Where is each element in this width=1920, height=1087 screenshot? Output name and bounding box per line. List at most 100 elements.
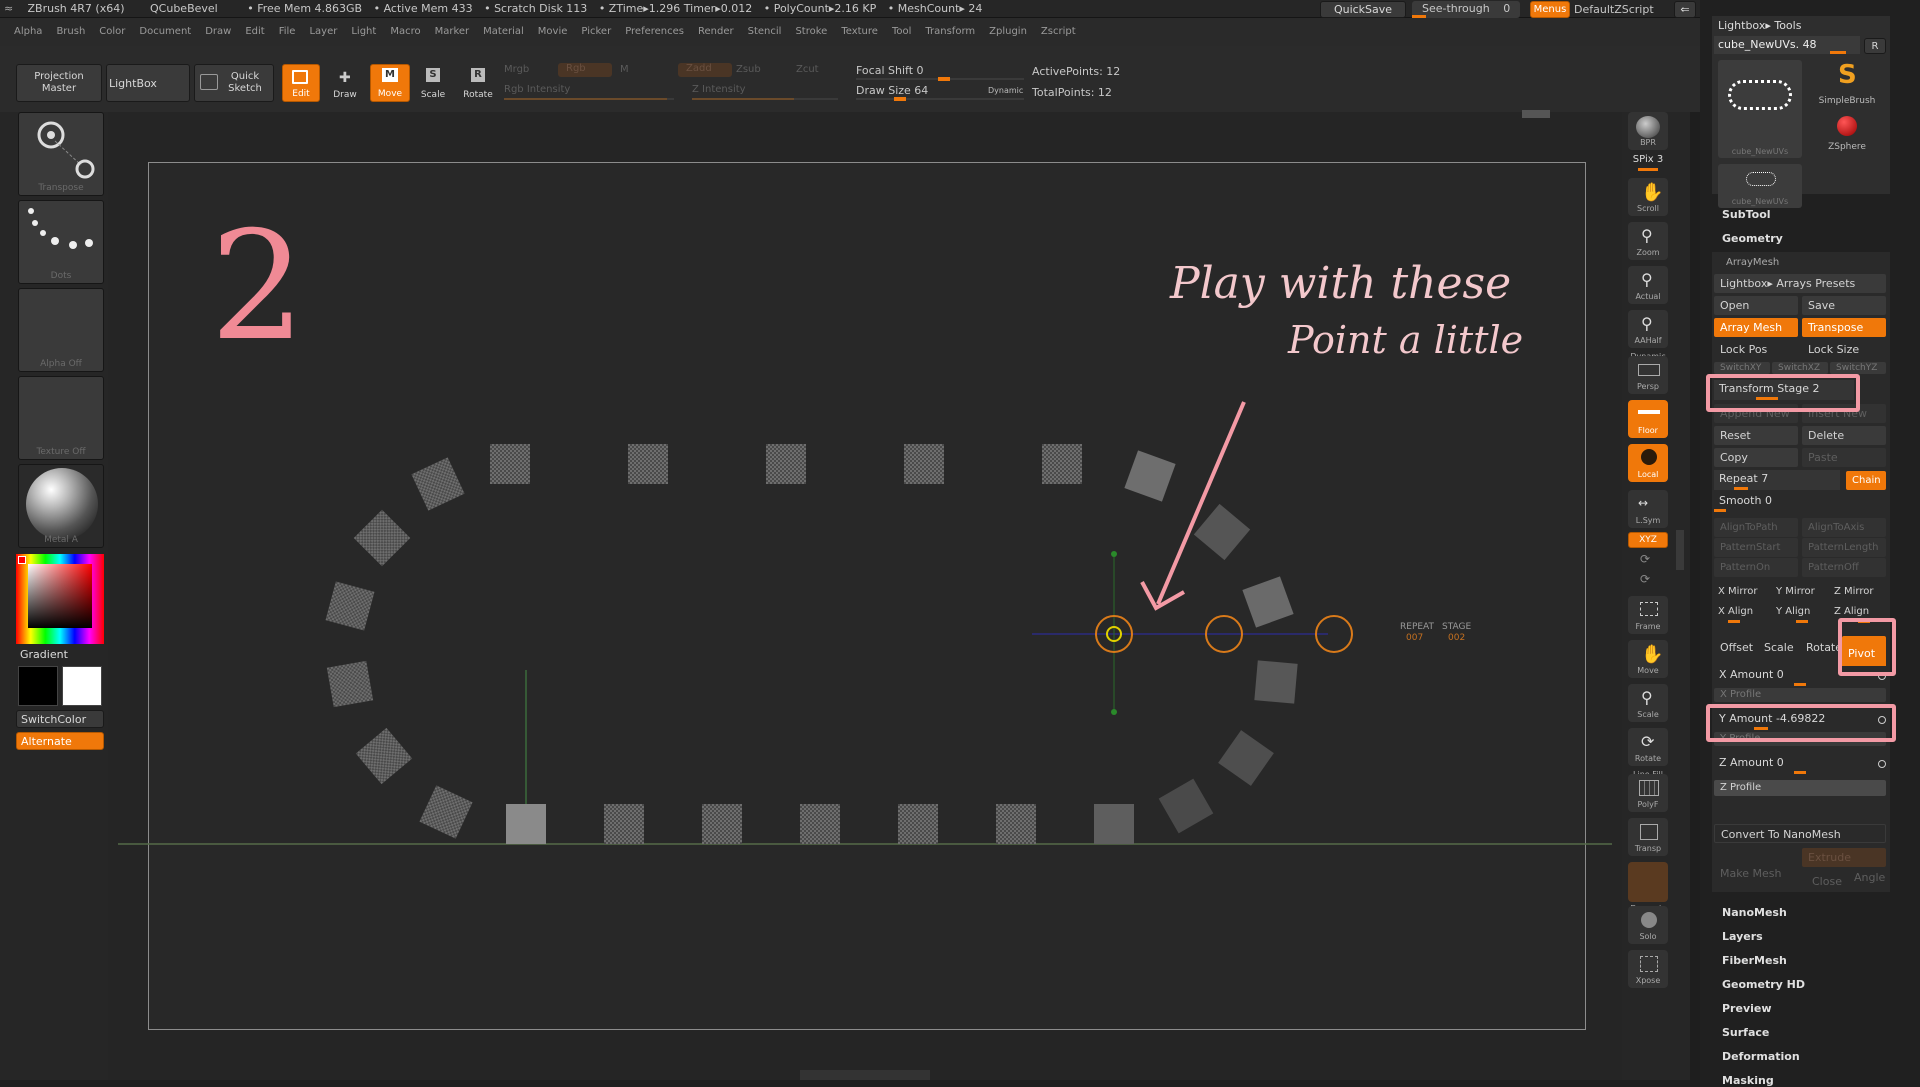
smooth-slider[interactable]: Smooth 0	[1714, 492, 1886, 512]
z-profile-curve[interactable]: Z Profile	[1714, 780, 1886, 796]
material-tile[interactable]: Metal A	[18, 464, 104, 548]
lightbox-button[interactable]: LightBox	[106, 64, 190, 102]
projection-master-button[interactable]: Projection Master	[16, 64, 102, 102]
lsym-button[interactable]: ↔ L.Sym	[1628, 490, 1668, 528]
tray-divider[interactable]	[1676, 530, 1684, 570]
tool-r-button[interactable]: R	[1864, 38, 1886, 54]
zadd-toggle[interactable]: Zadd	[678, 63, 732, 77]
menu-render[interactable]: Render	[691, 18, 741, 46]
align-to-axis-button[interactable]: AlignToAxis	[1802, 518, 1886, 537]
angle-slider[interactable]: Angle	[1848, 868, 1886, 887]
menu-document[interactable]: Document	[132, 18, 198, 46]
switch-xy-button[interactable]: SwitchXY	[1714, 362, 1770, 374]
transpose-brush-tile[interactable]: Transpose	[18, 112, 104, 196]
scroll-button[interactable]: ✋ Scroll	[1628, 178, 1668, 216]
lock-pos-toggle[interactable]: Lock Pos	[1714, 340, 1798, 359]
menu-brush[interactable]: Brush	[49, 18, 92, 46]
menu-marker[interactable]: Marker	[428, 18, 477, 46]
menu-layer[interactable]: Layer	[302, 18, 344, 46]
quicksave-button[interactable]: QuickSave	[1320, 1, 1406, 18]
persp-button[interactable]: Persp	[1628, 356, 1668, 394]
menu-edit[interactable]: Edit	[238, 18, 271, 46]
xpose-button[interactable]: Xpose	[1628, 950, 1668, 988]
menus-button[interactable]: Menus	[1530, 1, 1570, 18]
focal-shift-slider[interactable]: Focal Shift 0	[856, 64, 924, 77]
color-saturation-square[interactable]	[28, 564, 92, 628]
menu-file[interactable]: File	[272, 18, 303, 46]
rgb-intensity-slider[interactable]: Rgb Intensity	[504, 84, 570, 95]
tool-thumb-simplebrush[interactable]: S SimpleBrush	[1810, 60, 1884, 114]
z-mirror-toggle[interactable]: Z Mirror	[1830, 582, 1886, 601]
offset-tab[interactable]: Offset	[1714, 636, 1758, 660]
bottom-tray-handle[interactable]	[800, 1070, 930, 1080]
save-button[interactable]: Save	[1802, 296, 1886, 315]
zoom-button[interactable]: ⚲ Zoom	[1628, 222, 1668, 260]
zcut-toggle[interactable]: Zcut	[796, 64, 819, 75]
frame-button[interactable]: Frame	[1628, 596, 1668, 634]
menu-zplugin[interactable]: Zplugin	[982, 18, 1034, 46]
menu-movie[interactable]: Movie	[531, 18, 575, 46]
spix-slider[interactable]: SPix 3	[1628, 154, 1668, 165]
tool-thumb-current[interactable]: cube_NewUVs	[1718, 60, 1802, 158]
pattern-on-slider[interactable]: PatternOn	[1714, 558, 1798, 577]
rotate-view-button[interactable]: ⟳ Rotate	[1628, 728, 1668, 766]
x-mirror-toggle[interactable]: X Mirror	[1714, 582, 1770, 601]
switch-xz-button[interactable]: SwitchXZ	[1772, 362, 1828, 374]
rotate-tab[interactable]: Rotate	[1800, 636, 1840, 660]
transpose-line[interactable]	[1032, 551, 1353, 715]
array-instance[interactable]	[325, 444, 1298, 844]
color-picker[interactable]	[16, 554, 104, 644]
mrgb-toggle[interactable]: Mrgb	[504, 64, 529, 75]
fibermesh-section[interactable]: FiberMesh	[1722, 954, 1787, 967]
solo-button[interactable]: Solo	[1628, 906, 1668, 944]
arrays-presets-button[interactable]: Lightbox▸ Arrays Presets	[1714, 274, 1886, 293]
menu-draw[interactable]: Draw	[198, 18, 238, 46]
transp-button[interactable]: Transp	[1628, 818, 1668, 856]
alternate-button[interactable]: Alternate	[16, 732, 104, 750]
local-button[interactable]: Local	[1628, 444, 1668, 482]
pattern-length-slider[interactable]: PatternLength	[1802, 538, 1886, 557]
menu-material[interactable]: Material	[476, 18, 531, 46]
arrow-left-icon[interactable]: ⇐	[1674, 1, 1696, 18]
menu-preferences[interactable]: Preferences	[618, 18, 691, 46]
chain-toggle[interactable]: Chain	[1846, 471, 1886, 490]
y-mirror-toggle[interactable]: Y Mirror	[1772, 582, 1828, 601]
menu-macro[interactable]: Macro	[383, 18, 427, 46]
stroke-tile[interactable]: Dots	[18, 200, 104, 284]
y-align-slider[interactable]: Y Align	[1772, 602, 1828, 621]
tool-thumb-zsphere[interactable]: ZSphere	[1810, 114, 1884, 164]
dynamic-toggle[interactable]: Dynamic	[988, 86, 1023, 95]
menu-color[interactable]: Color	[92, 18, 132, 46]
menu-texture[interactable]: Texture	[834, 18, 885, 46]
scale-tab[interactable]: Scale	[1758, 636, 1800, 660]
preview-section[interactable]: Preview	[1722, 1002, 1772, 1015]
deformation-section[interactable]: Deformation	[1722, 1050, 1800, 1063]
tool-thumb-small[interactable]: cube_NewUVs	[1718, 164, 1802, 208]
lock-size-toggle[interactable]: Lock Size	[1802, 340, 1886, 359]
z-amount-slider[interactable]: Z Amount 0	[1714, 754, 1886, 774]
bpr-button[interactable]: BPR	[1628, 112, 1668, 150]
surface-section[interactable]: Surface	[1722, 1026, 1769, 1039]
reset-button[interactable]: Reset	[1714, 426, 1798, 445]
rotate-z-icon[interactable]: ⟳	[1640, 572, 1650, 586]
x-profile-curve[interactable]: X Profile	[1714, 688, 1886, 702]
menu-transform[interactable]: Transform	[918, 18, 982, 46]
x-align-slider[interactable]: X Align	[1714, 602, 1770, 621]
move-view-button[interactable]: ✋ Move	[1628, 640, 1668, 678]
zsub-toggle[interactable]: Zsub	[736, 64, 761, 75]
geometry-section[interactable]: Geometry	[1722, 232, 1783, 245]
array-mesh-button[interactable]: Array Mesh	[1714, 318, 1798, 337]
pattern-off-slider[interactable]: PatternOff	[1802, 558, 1886, 577]
menu-zscript[interactable]: Zscript	[1034, 18, 1083, 46]
ghost-button[interactable]	[1628, 862, 1668, 902]
repeat-slider[interactable]: Repeat 7	[1714, 470, 1840, 490]
main-color-swatch[interactable]	[62, 666, 102, 706]
actual-button[interactable]: ⚲ Actual	[1628, 266, 1668, 304]
see-through-slider[interactable]: See-through 0	[1412, 1, 1520, 18]
menu-stencil[interactable]: Stencil	[741, 18, 789, 46]
secondary-color-swatch[interactable]	[18, 666, 58, 706]
rotate-y-icon[interactable]: ⟳	[1640, 552, 1650, 566]
pattern-start-slider[interactable]: PatternStart	[1714, 538, 1798, 557]
menu-alpha[interactable]: Alpha	[0, 18, 49, 46]
geometry-hd-section[interactable]: Geometry HD	[1722, 978, 1805, 991]
